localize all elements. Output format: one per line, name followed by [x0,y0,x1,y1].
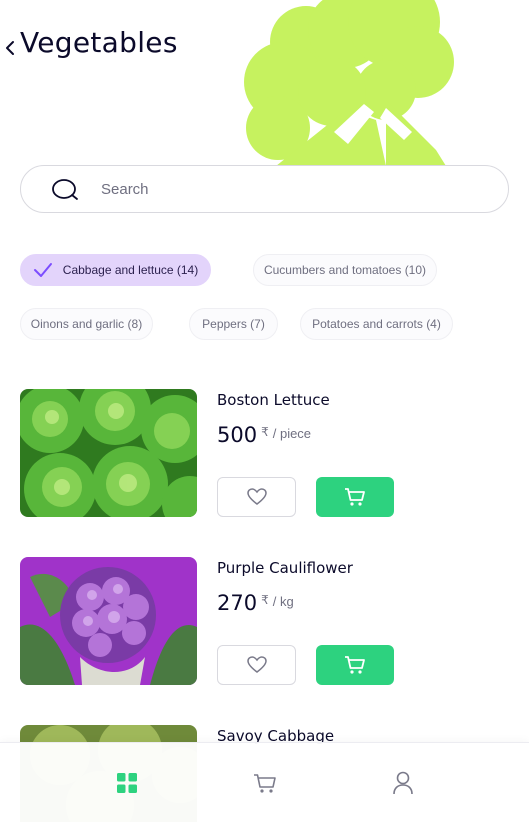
add-to-cart-button[interactable] [316,477,394,517]
search-icon [52,179,78,200]
price-amount: 500 [217,423,258,447]
price-unit: / piece [272,426,312,441]
add-to-cart-button[interactable] [316,645,394,685]
category-chip-peppers[interactable]: Peppers (7) [189,308,278,340]
product-price: 500 ₹ / piece [217,423,311,447]
header: Vegetables [0,0,529,170]
cart-icon [345,488,365,506]
nav-profile[interactable] [391,771,415,795]
boston-lettuce-photo[interactable] [20,389,197,517]
product-price: 270 ₹ / kg [217,591,294,615]
product-name[interactable]: Boston Lettuce [217,391,330,409]
category-chip-potatoes-carrots[interactable]: Potatoes and carrots (4) [300,308,453,340]
category-chip-cabbage-lettuce[interactable]: Cabbage and lettuce (14) [20,254,211,286]
chip-label: Oinons and garlic (8) [30,317,143,331]
search-input[interactable] [101,174,481,204]
bottom-navigation [0,742,529,822]
cart-icon [345,656,365,674]
price-unit: / kg [272,594,294,609]
heart-icon [246,488,267,505]
cart-icon [254,774,276,793]
product-card: Purple Cauliflower 270 ₹ / kg [20,557,509,685]
chip-label: Cucumbers and tomatoes (10) [263,263,427,277]
price-currency: ₹ [261,593,269,607]
favorite-button[interactable] [217,477,296,517]
favorite-button[interactable] [217,645,296,685]
grid-icon [117,773,137,793]
price-currency: ₹ [261,425,269,439]
nav-home[interactable] [115,771,139,795]
checkmark-icon [33,262,53,278]
broccoli-illustration [244,0,454,166]
nav-cart[interactable] [253,771,277,795]
chip-label: Potatoes and carrots (4) [312,317,441,331]
product-name[interactable]: Purple Cauliflower [217,559,353,577]
category-chip-cucumbers-tomatoes[interactable]: Cucumbers and tomatoes (10) [253,254,437,286]
page-title: Vegetables [20,26,178,59]
product-card: Boston Lettuce 500 ₹ / piece [20,389,509,517]
chip-label: Peppers (7) [202,317,265,331]
price-amount: 270 [217,591,258,615]
back-button[interactable] [4,40,16,56]
chip-label: Cabbage and lettuce (14) [62,263,199,277]
heart-icon [246,656,267,673]
category-chip-onions-garlic[interactable]: Oinons and garlic (8) [20,308,153,340]
search-bar[interactable] [20,165,509,213]
purple-cauliflower-photo[interactable] [20,557,197,685]
profile-icon [393,771,413,795]
